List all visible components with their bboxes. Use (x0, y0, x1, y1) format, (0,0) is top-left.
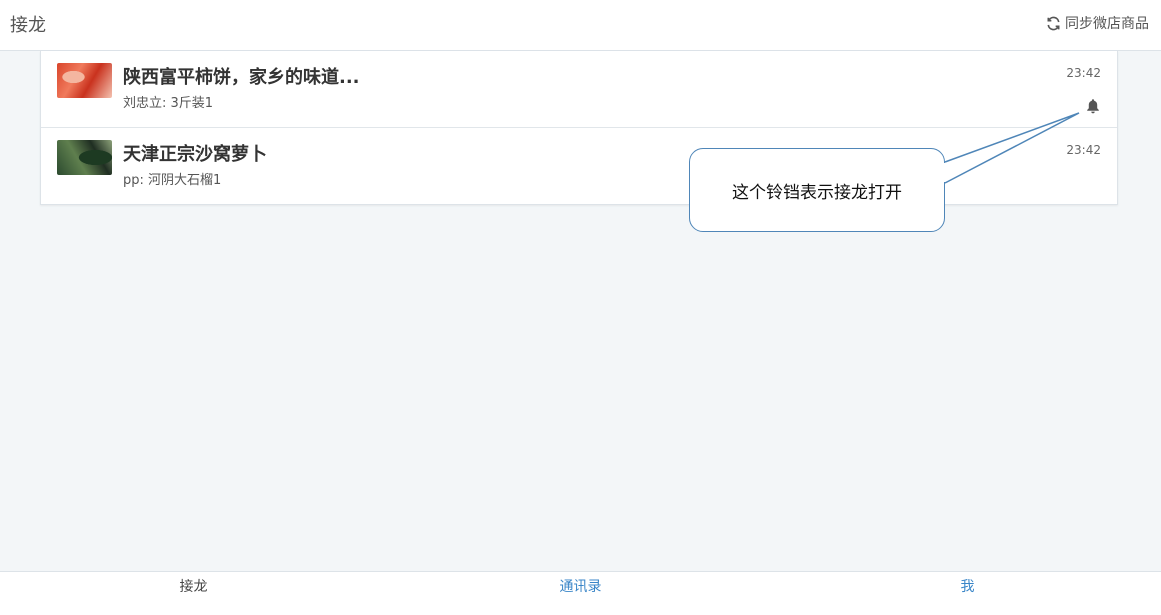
annotation-callout: 这个铃铛表示接龙打开 (689, 148, 945, 232)
relay-list: 陕西富平柿饼，家乡的味道... 刘忠立: 3斤装1 23:42 天津正宗沙窝萝卜… (40, 51, 1118, 205)
sync-products-label: 同步微店商品 (1065, 16, 1149, 32)
item-subtitle: pp: 河阴大石榴1 (123, 173, 222, 188)
item-time: 23:42 (1066, 143, 1101, 157)
item-title: 陕西富平柿饼，家乡的味道... (123, 67, 360, 88)
refresh-icon (1047, 16, 1060, 30)
product-thumbnail (57, 140, 112, 175)
list-item[interactable]: 陕西富平柿饼，家乡的味道... 刘忠立: 3斤装1 23:42 (41, 51, 1117, 128)
callout-text: 这个铃铛表示接龙打开 (732, 182, 902, 203)
tab-contacts[interactable]: 通讯录 (387, 572, 774, 615)
product-thumbnail (57, 63, 112, 98)
app-header: 接龙 同步微店商品 (0, 0, 1161, 51)
tab-me[interactable]: 我 (774, 572, 1161, 615)
item-time: 23:42 (1066, 66, 1101, 80)
sync-products-button[interactable]: 同步微店商品 (1046, 13, 1149, 33)
bell-icon (1087, 99, 1099, 114)
list-item[interactable]: 天津正宗沙窝萝卜 pp: 河阴大石榴1 23:42 (41, 128, 1117, 204)
page-title: 接龙 (10, 15, 46, 36)
item-subtitle: 刘忠立: 3斤装1 (123, 96, 214, 111)
bottom-tab-bar: 接龙 通讯录 我 (0, 571, 1161, 615)
item-title: 天津正宗沙窝萝卜 (123, 144, 267, 165)
tab-relay[interactable]: 接龙 (0, 572, 387, 615)
